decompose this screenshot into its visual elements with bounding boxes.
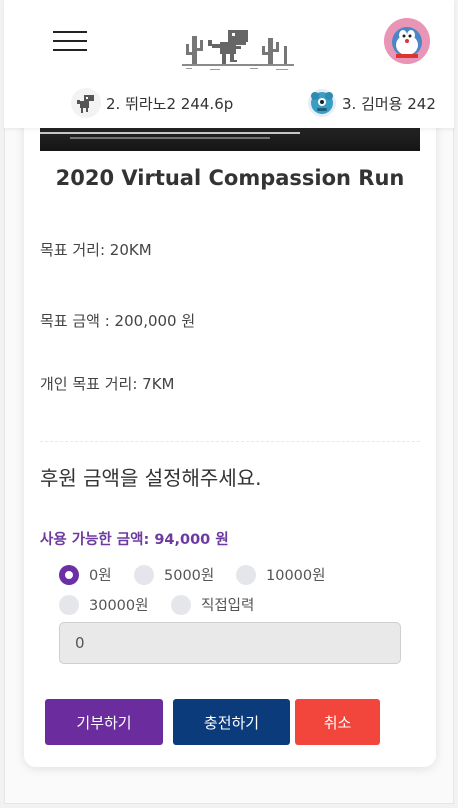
amount-option-30000[interactable]: 30000원 bbox=[59, 594, 148, 615]
dino-icon bbox=[70, 88, 102, 118]
radio-icon[interactable] bbox=[236, 564, 256, 585]
goal-distance: 목표 거리: 20KM bbox=[40, 241, 152, 259]
top-header: 2. 뛰라노2 244.6p 3. 김머용 242 bbox=[4, 0, 454, 128]
dino-logo[interactable] bbox=[180, 24, 296, 72]
personal-goal-distance: 개인 목표 거리: 7KM bbox=[40, 375, 175, 393]
event-title: 2020 Virtual Compassion Run bbox=[55, 166, 405, 190]
available-balance: 사용 가능한 금액: 94,000 원 bbox=[40, 532, 229, 548]
amount-option-10000[interactable]: 10000원 bbox=[236, 564, 325, 585]
ranking-item[interactable]: 2. 뛰라노2 244.6p bbox=[70, 88, 233, 118]
event-card bbox=[24, 104, 436, 767]
radio-selected-icon[interactable] bbox=[59, 564, 79, 585]
option-label: 직접입력 bbox=[201, 598, 255, 614]
option-label: 0원 bbox=[89, 568, 112, 584]
cancel-button[interactable]: 취소 bbox=[295, 699, 380, 745]
radio-icon[interactable] bbox=[171, 594, 191, 615]
option-label: 30000원 bbox=[89, 598, 149, 614]
ranking-label: 2. 뛰라노2 244.6p bbox=[106, 94, 234, 113]
doraemon-avatar-icon bbox=[384, 18, 430, 64]
option-label: 5000원 bbox=[164, 568, 215, 584]
radio-icon[interactable] bbox=[134, 564, 154, 585]
donate-button[interactable]: 기부하기 bbox=[45, 699, 163, 745]
menu-icon[interactable] bbox=[53, 31, 87, 53]
amount-option-0[interactable]: 0원 bbox=[59, 564, 112, 585]
goal-amount: 목표 금액 : 200,000 원 bbox=[40, 312, 196, 330]
user-avatar[interactable] bbox=[384, 18, 430, 64]
amount-input[interactable] bbox=[59, 622, 401, 664]
donation-prompt: 후원 금액을 설정해주세요. bbox=[40, 466, 262, 490]
option-label: 10000원 bbox=[266, 568, 326, 584]
charge-button[interactable]: 충전하기 bbox=[173, 699, 290, 745]
divider bbox=[40, 441, 420, 442]
amount-option-5000[interactable]: 5000원 bbox=[134, 564, 214, 585]
radio-icon[interactable] bbox=[59, 594, 79, 615]
amount-option-custom[interactable]: 직접입력 bbox=[171, 594, 254, 615]
blue-monster-icon bbox=[306, 88, 338, 118]
ranking-item[interactable]: 3. 김머용 242 bbox=[306, 88, 436, 118]
ranking-label: 3. 김머용 242 bbox=[342, 94, 436, 113]
